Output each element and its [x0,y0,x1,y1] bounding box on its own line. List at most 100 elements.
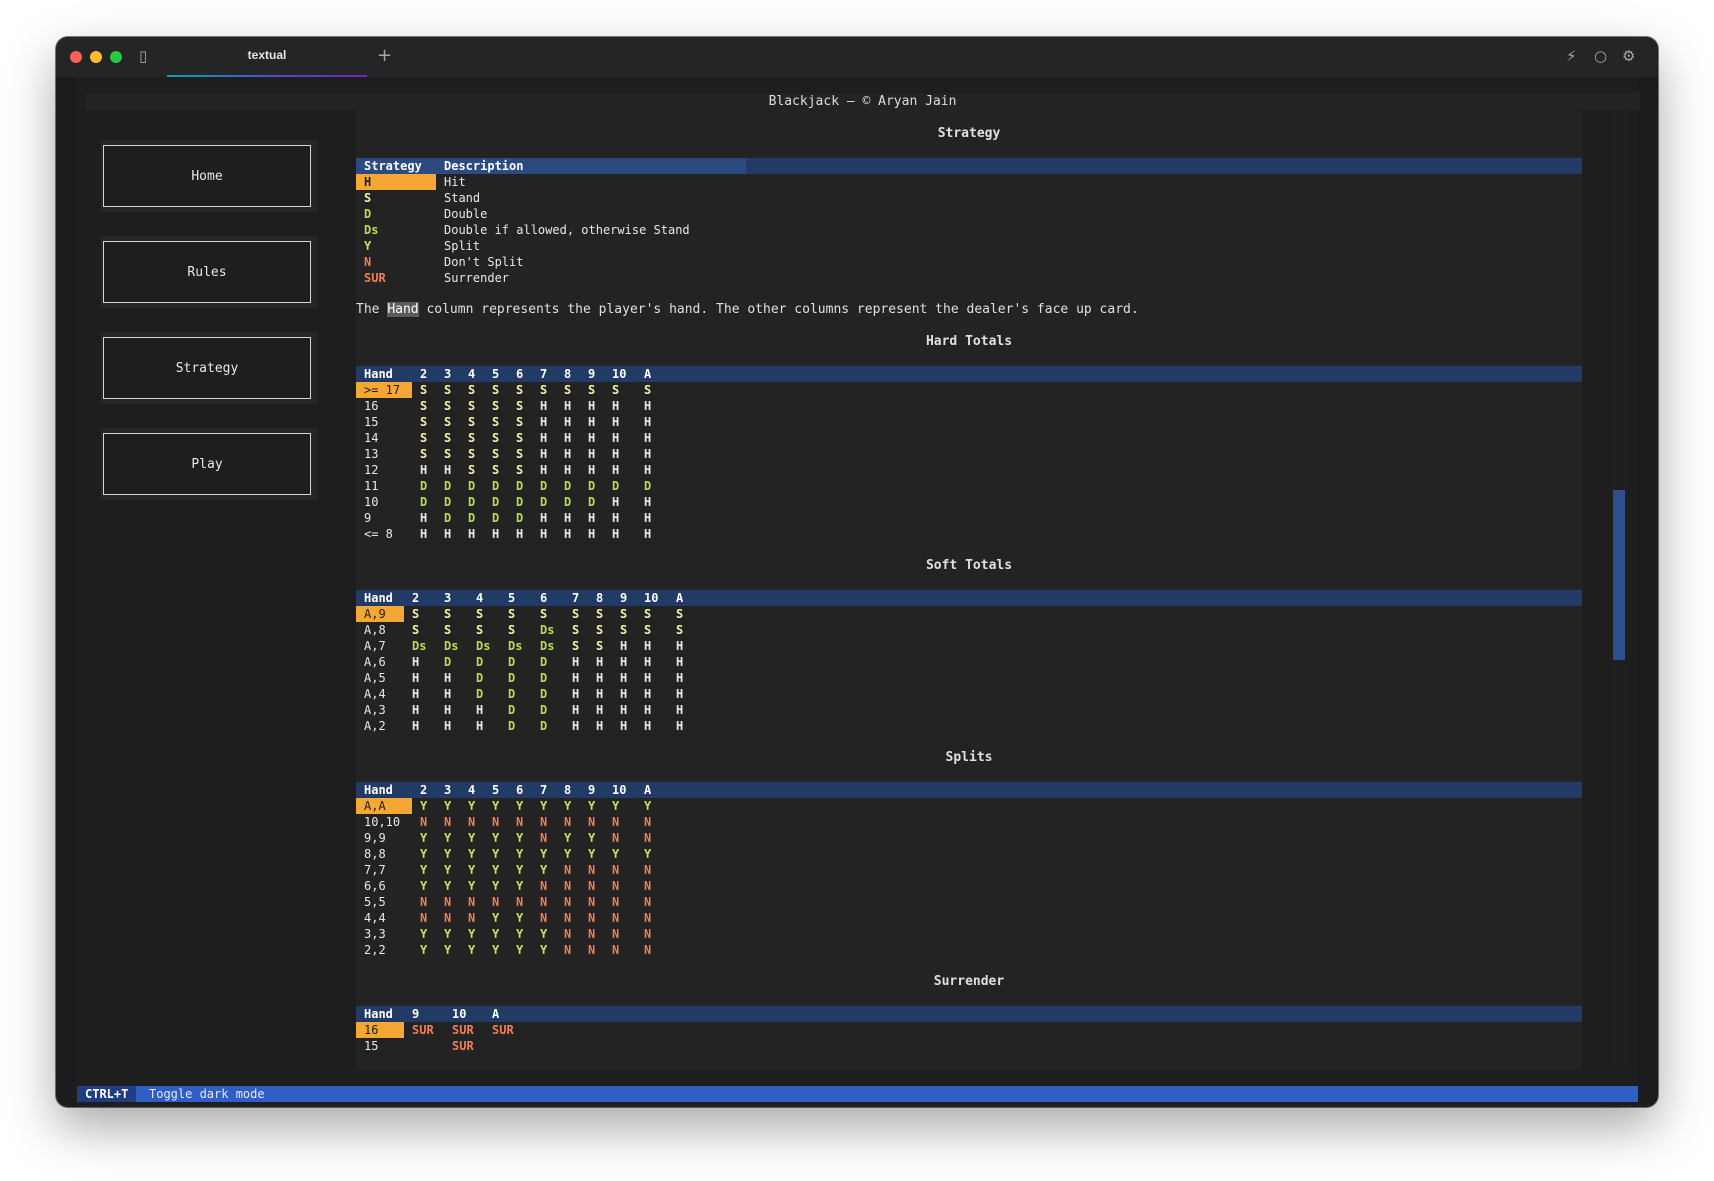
header-cell: 10 [452,1007,467,1021]
table-cell: Y [644,799,652,813]
table-cell: H [588,447,596,461]
table-cell: D [420,495,428,509]
table-cell: N [644,831,652,845]
table-cell: Ds [412,639,427,653]
nav-strategy-button[interactable]: Strategy [103,337,311,399]
row-label: A,6 [364,655,386,669]
table-cell: H [572,671,580,685]
table-cell: H [540,431,548,445]
row-label: 9,9 [364,831,386,845]
row-label: 10,10 [364,815,401,829]
row-label: 7,7 [364,863,386,877]
table-cell: Ds [540,639,555,653]
table-cell: S [444,415,452,429]
strategy-title: Strategy [937,126,1001,141]
table-cell: S [444,431,452,445]
table-cell: Y [492,943,500,957]
table-cell: H [444,463,452,477]
table-cell: S [596,639,604,653]
table-cell: H [476,719,484,733]
header-cell: 10 [612,367,627,381]
sidebar-toggle-icon[interactable]: ▯ [139,46,147,66]
table-cell: H [644,511,652,525]
table-cell: H [420,527,428,541]
explanation-text: The Hand column represents the player's … [356,302,1139,318]
table-cell: N [644,943,652,957]
table-cell: H [676,671,684,685]
zoom-window-button[interactable] [110,51,122,63]
table-cell: H [676,687,684,701]
table-cell: S [564,383,572,397]
table-cell: Y [588,799,596,813]
table-cell: N [644,879,652,893]
table-cell: N [540,831,548,845]
table-cell: D [444,511,452,525]
table-cell: Y [492,799,500,813]
header-cell: Hand [364,591,393,605]
header-cell: 9 [620,591,628,605]
table-cell: D [540,719,548,733]
gear-icon[interactable]: ⚙ [1622,46,1635,66]
table-cell: H [676,703,684,717]
table-cell: Double [444,207,488,221]
table-cell: H [644,495,652,509]
table-cell: H [564,447,572,461]
table-cell: D [540,655,548,669]
lightbulb-icon[interactable]: ○ [1594,46,1607,66]
toggle-dark-mode-key[interactable]: CTRL+T [77,1086,137,1102]
table-cell: H [468,527,476,541]
toggle-dark-mode-label[interactable]: Toggle dark mode [149,1086,265,1102]
new-tab-icon[interactable]: + [377,46,392,66]
table-cell: N [612,927,620,941]
row-label: A,5 [364,671,386,685]
header-cell: 5 [492,783,500,797]
table-cell: N [564,879,572,893]
sidebar: Home Rules Strategy Play [101,140,321,1102]
table-cell: H [676,719,684,733]
table-cell: H [540,463,548,477]
table-cell: Y [516,799,524,813]
header-cell: 2 [412,591,420,605]
table-cell: D [564,479,572,493]
nav-home-button[interactable]: Home [103,145,311,207]
table-cell: H [540,527,548,541]
nav-rules-button[interactable]: Rules [103,241,311,303]
close-window-button[interactable] [70,51,82,63]
table-cell: H [412,671,420,685]
table-cell: Y [516,863,524,877]
table-header-row: Hand 9 10 A [356,1006,1582,1022]
scrollbar-thumb[interactable] [1613,490,1625,660]
table-cell: H [412,687,420,701]
table-cell: N [612,895,620,909]
table-cell: N [468,911,476,925]
table-cell: H [644,655,652,669]
table-cell: Y [444,927,452,941]
table-cell: H [612,527,620,541]
table-cell: D [444,495,452,509]
vertical-scrollbar[interactable] [1610,110,1628,1070]
row-label: 8,8 [364,847,386,861]
header-cell: A [676,591,684,605]
row-label: <= 8 [364,527,393,541]
table-cell: N [564,895,572,909]
minimize-window-button[interactable] [90,51,102,63]
row-label: 14 [364,431,379,445]
table-cell: H [644,687,652,701]
table-cell: H [588,415,596,429]
table-cell: H [492,527,500,541]
table-cell: H [644,463,652,477]
header-cell: 6 [540,591,548,605]
header-cell: 3 [444,783,452,797]
table-cell: Y [540,927,548,941]
table-cell: N [564,911,572,925]
tab-textual[interactable]: textual [167,37,367,78]
table-cell: S [420,431,428,445]
table-cell: S [468,463,476,477]
header-cell: 9 [588,783,596,797]
table-cell: D [420,479,428,493]
table-cell: H [444,527,452,541]
lightning-icon[interactable]: ⚡︎ [1566,46,1577,66]
table-cell: H [612,399,620,413]
nav-play-button[interactable]: Play [103,433,311,495]
table-header-row: Strategy Description [356,158,746,174]
